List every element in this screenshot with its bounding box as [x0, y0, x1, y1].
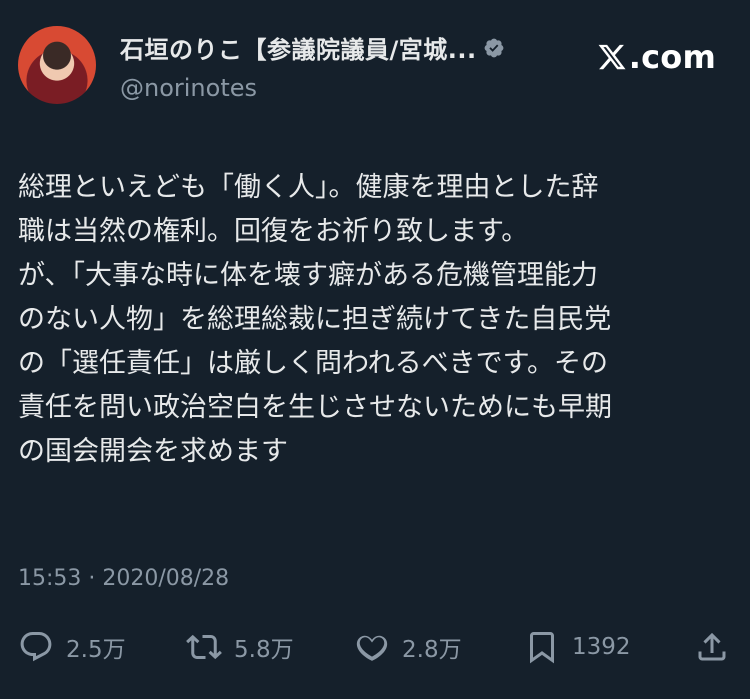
tweet-actions-bar: 2.5万 5.8万 2.8万 1392: [18, 622, 730, 672]
share-button[interactable]: [694, 629, 730, 665]
author-display-name[interactable]: 石垣のりこ【参議院議員/宮城...: [120, 30, 477, 65]
reply-button[interactable]: 2.5万: [18, 629, 126, 665]
heart-icon: [356, 635, 388, 661]
author-name-row[interactable]: 石垣のりこ【参議院議員/宮城...: [120, 30, 505, 65]
tweet-text: 総理といえども「働く人」。健康を理由とした辞 職は当然の権利。回復をお祈り致しま…: [18, 172, 612, 467]
retweet-icon: [186, 634, 222, 660]
tweet-timestamp[interactable]: 15:53 · 2020/08/28: [18, 566, 229, 591]
retweet-count: 5.8万: [234, 637, 294, 663]
bookmark-count: 1392: [572, 634, 631, 660]
profile-avatar[interactable]: [18, 26, 96, 104]
reply-count: 2.5万: [66, 637, 126, 663]
brand-domain-text: .com: [628, 38, 716, 76]
x-logo-icon: [598, 44, 626, 70]
like-button[interactable]: 2.8万: [354, 629, 462, 665]
share-icon: [698, 632, 726, 661]
like-count: 2.8万: [402, 637, 462, 663]
author-handle[interactable]: @norinotes: [120, 74, 257, 102]
retweet-button[interactable]: 5.8万: [186, 629, 294, 665]
bookmark-button[interactable]: 1392: [524, 629, 631, 665]
brand-logo: .com: [597, 38, 716, 76]
reply-icon: [20, 632, 52, 662]
bookmark-icon: [530, 632, 554, 664]
verified-badge-icon: [484, 38, 504, 57]
